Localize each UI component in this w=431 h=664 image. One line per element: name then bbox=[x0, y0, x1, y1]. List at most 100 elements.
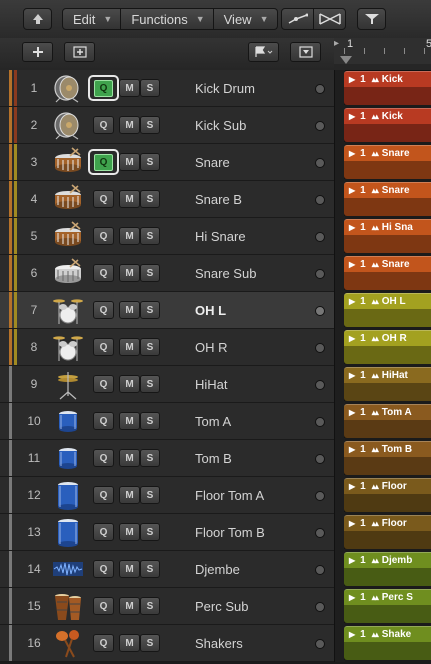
region[interactable]: ▶ 1 ▴▴ Snare bbox=[344, 256, 431, 290]
bongos-icon[interactable] bbox=[52, 590, 84, 622]
edit-menu[interactable]: Edit ▼ bbox=[62, 8, 122, 30]
region[interactable]: ▶ 1 ▴▴ Kick bbox=[344, 71, 431, 105]
solo-button[interactable]: S bbox=[140, 227, 160, 245]
track-row[interactable]: 7 Q M S OH L bbox=[0, 292, 334, 329]
crossfade-button[interactable] bbox=[313, 8, 346, 30]
solo-button[interactable]: S bbox=[140, 338, 160, 356]
solo-button[interactable]: S bbox=[140, 301, 160, 319]
solo-button[interactable]: S bbox=[140, 634, 160, 652]
mute-button[interactable]: M bbox=[119, 523, 140, 541]
track-row[interactable]: 1 Q M S Kick Drum bbox=[0, 70, 334, 107]
quantize-lock-button[interactable]: Q bbox=[93, 560, 114, 578]
quantize-lock-button[interactable]: Q bbox=[93, 486, 114, 504]
track-name[interactable]: Kick Drum bbox=[195, 70, 255, 106]
solo-button[interactable]: S bbox=[140, 597, 160, 615]
track-name[interactable]: HiHat bbox=[195, 366, 228, 402]
track-name[interactable]: Djembe bbox=[195, 551, 240, 587]
snare-drum-white-icon[interactable] bbox=[52, 257, 84, 289]
track-name[interactable]: Snare B bbox=[195, 181, 242, 217]
track-row[interactable]: 10 Q M S Tom A bbox=[0, 403, 334, 440]
solo-button[interactable]: S bbox=[140, 116, 160, 134]
mute-button[interactable]: M bbox=[119, 486, 140, 504]
floor-tom-icon[interactable] bbox=[52, 516, 84, 548]
drum-kit-icon[interactable] bbox=[52, 294, 84, 326]
mute-button[interactable]: M bbox=[119, 597, 140, 615]
track-name[interactable]: Kick Sub bbox=[195, 107, 246, 143]
solo-button[interactable]: S bbox=[140, 449, 160, 467]
track-row[interactable]: 8 Q M S OH R bbox=[0, 329, 334, 366]
mute-button[interactable]: M bbox=[119, 79, 140, 97]
track-row[interactable]: 14 Q M S Djembe bbox=[0, 551, 334, 588]
hihat-icon[interactable] bbox=[52, 368, 84, 400]
drum-kit-icon[interactable] bbox=[52, 331, 84, 363]
track-name[interactable]: OH R bbox=[195, 329, 228, 365]
mute-button[interactable]: M bbox=[119, 227, 140, 245]
region[interactable]: ▶ 1 ▴▴ HiHat bbox=[344, 367, 431, 401]
track-name[interactable]: OH L bbox=[195, 292, 226, 328]
region[interactable]: ▶ 1 ▴▴ Snare bbox=[344, 182, 431, 216]
quantize-lock-button[interactable]: Q bbox=[88, 75, 119, 101]
solo-button[interactable]: S bbox=[140, 79, 160, 97]
kick-drum-icon[interactable] bbox=[52, 72, 84, 104]
mute-button[interactable]: M bbox=[119, 116, 140, 134]
snare-drum-icon[interactable] bbox=[52, 146, 84, 178]
solo-button[interactable]: S bbox=[140, 264, 160, 282]
add-track-button[interactable] bbox=[22, 42, 53, 62]
track-name[interactable]: Floor Tom B bbox=[195, 514, 265, 550]
mute-button[interactable]: M bbox=[119, 338, 140, 356]
automation-curve-button[interactable] bbox=[281, 8, 314, 30]
track-name[interactable]: Floor Tom A bbox=[195, 477, 264, 513]
kick-drum-icon[interactable] bbox=[52, 109, 84, 141]
region[interactable]: ▶ 1 ▴▴ Shake bbox=[344, 626, 431, 660]
track-name[interactable]: Hi Snare bbox=[195, 218, 246, 254]
waveform-icon[interactable] bbox=[52, 553, 84, 585]
track-row[interactable]: 4 Q M S Snare B bbox=[0, 181, 334, 218]
floor-tom-icon[interactable] bbox=[52, 479, 84, 511]
mute-button[interactable]: M bbox=[119, 412, 140, 430]
timeline-ruler[interactable]: ▸ 1 5 bbox=[334, 38, 431, 71]
tom-icon[interactable] bbox=[52, 442, 84, 474]
solo-button[interactable]: S bbox=[140, 190, 160, 208]
quantize-lock-button[interactable]: Q bbox=[93, 116, 114, 134]
region[interactable]: ▶ 1 ▴▴ OH L bbox=[344, 293, 431, 327]
solo-button[interactable]: S bbox=[140, 153, 160, 171]
mute-button[interactable]: M bbox=[119, 190, 140, 208]
mute-button[interactable]: M bbox=[119, 634, 140, 652]
region[interactable]: ▶ 1 ▴▴ OH R bbox=[344, 330, 431, 364]
mute-button[interactable]: M bbox=[119, 449, 140, 467]
region[interactable]: ▶ 1 ▴▴ Perc S bbox=[344, 589, 431, 623]
solo-button[interactable]: S bbox=[140, 375, 160, 393]
track-row[interactable]: 11 Q M S Tom B bbox=[0, 440, 334, 477]
region[interactable]: ▶ 1 ▴▴ Floor bbox=[344, 478, 431, 512]
quantize-lock-button[interactable]: Q bbox=[93, 375, 114, 393]
snare-drum-icon[interactable] bbox=[52, 183, 84, 215]
catch-playhead-button[interactable] bbox=[357, 8, 386, 30]
solo-button[interactable]: S bbox=[140, 560, 160, 578]
quantize-lock-button[interactable]: Q bbox=[93, 338, 114, 356]
track-name[interactable]: Snare bbox=[195, 144, 230, 180]
solo-button[interactable]: S bbox=[140, 486, 160, 504]
maracas-icon[interactable] bbox=[52, 627, 84, 659]
track-name[interactable]: Snare Sub bbox=[195, 255, 256, 291]
track-row[interactable]: 12 Q M S Floor Tom A bbox=[0, 477, 334, 514]
solo-button[interactable]: S bbox=[140, 412, 160, 430]
region[interactable]: ▶ 1 ▴▴ Snare bbox=[344, 145, 431, 179]
quantize-lock-button[interactable]: Q bbox=[93, 523, 114, 541]
track-row[interactable]: 16 Q M S Shakers bbox=[0, 625, 334, 662]
mute-button[interactable]: M bbox=[119, 264, 140, 282]
mute-button[interactable]: M bbox=[119, 375, 140, 393]
region[interactable]: ▶ 1 ▴▴ Tom B bbox=[344, 441, 431, 475]
track-row[interactable]: 6 Q M S Snare Sub bbox=[0, 255, 334, 292]
track-name[interactable]: Tom A bbox=[195, 403, 231, 439]
quantize-lock-button[interactable]: Q bbox=[93, 449, 114, 467]
track-row[interactable]: 9 Q M S HiHat bbox=[0, 366, 334, 403]
track-row[interactable]: 2 Q M S Kick Sub bbox=[0, 107, 334, 144]
functions-menu[interactable]: Functions ▼ bbox=[121, 8, 214, 30]
quantize-lock-button[interactable]: Q bbox=[93, 634, 114, 652]
region[interactable]: ▶ 1 ▴▴ Floor bbox=[344, 515, 431, 549]
quantize-lock-button[interactable]: Q bbox=[93, 227, 114, 245]
collapse-button[interactable] bbox=[290, 42, 321, 62]
up-arrow-button[interactable] bbox=[23, 8, 52, 30]
track-row[interactable]: 13 Q M S Floor Tom B bbox=[0, 514, 334, 551]
solo-button[interactable]: S bbox=[140, 523, 160, 541]
